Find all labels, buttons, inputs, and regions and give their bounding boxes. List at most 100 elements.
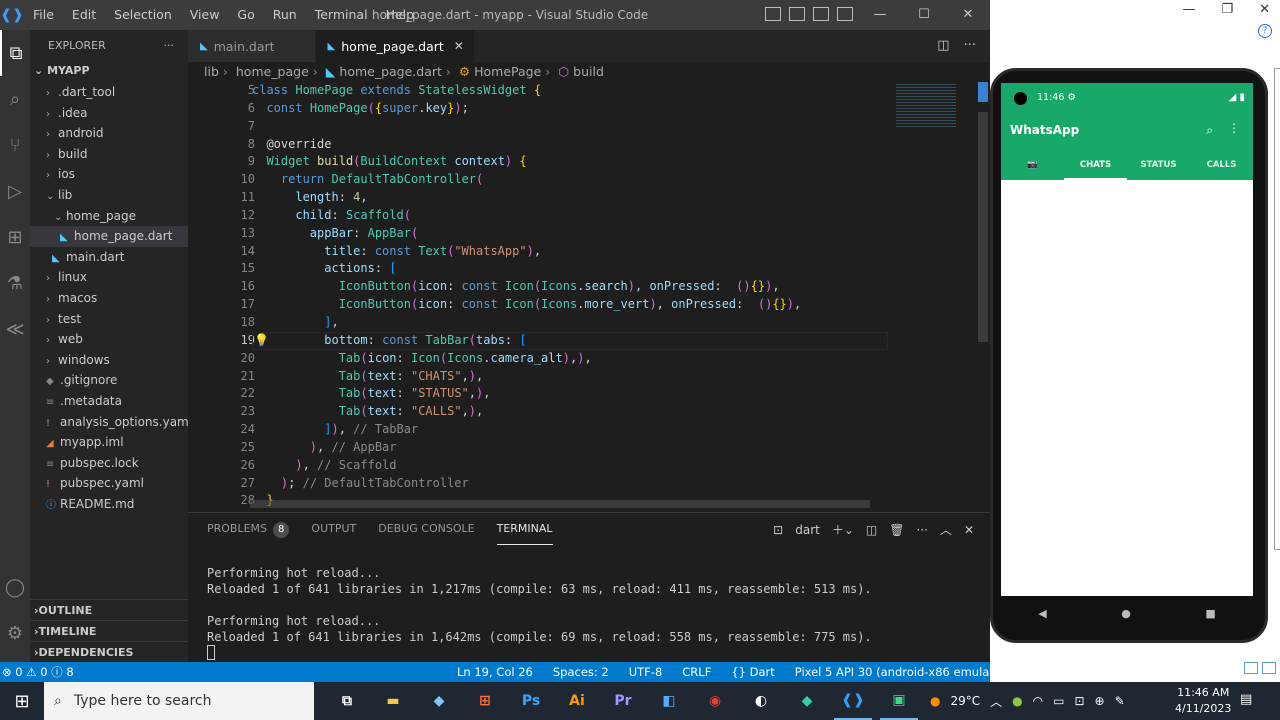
more-actions-icon[interactable]: ···: [164, 39, 175, 52]
code-line[interactable]: 10 return DefaultTabController(: [188, 171, 888, 189]
taskbar-search-input[interactable]: Type here to search: [74, 693, 212, 709]
more-vert-icon[interactable]: ⋮: [1228, 121, 1240, 135]
timeline-section[interactable]: ›TIMELINE: [30, 620, 188, 641]
emulator-taskbar-icon[interactable]: ▣: [880, 682, 918, 720]
editor-more-icon[interactable]: ···: [964, 38, 976, 53]
task-view-icon[interactable]: ⧉: [328, 682, 366, 720]
phone-screen[interactable]: 11:46 ⚙ ◢ ▮ WhatsApp ⌕ ⋮ 📷 CHATS STATUS …: [1001, 83, 1253, 596]
tree-folder-ios[interactable]: › ios: [30, 164, 188, 185]
problems-status[interactable]: ⊗ 0 ⚠ 0 ⓘ 8: [2, 662, 74, 682]
line-number[interactable]: 16: [188, 278, 255, 296]
outline-section[interactable]: ›OUTLINE: [30, 599, 188, 620]
kill-terminal-icon[interactable]: 🗑: [889, 523, 904, 537]
dependencies-section[interactable]: ›DEPENDENCIES: [30, 641, 188, 662]
line-number[interactable]: 18: [188, 314, 255, 332]
tray-icon[interactable]: ⊕: [1095, 694, 1105, 708]
source-control-icon[interactable]: ⑂: [0, 122, 30, 168]
line-number[interactable]: 10: [188, 171, 255, 189]
tab-calls[interactable]: CALLS: [1190, 153, 1253, 180]
panel-more-icon[interactable]: ···: [916, 523, 927, 537]
breadcrumb-item[interactable]: build: [573, 64, 604, 79]
line-number[interactable]: 26: [188, 457, 255, 475]
tree-folder-android[interactable]: › android: [30, 123, 188, 144]
breadcrumb-item[interactable]: home_page: [236, 64, 309, 79]
pen-icon[interactable]: ✎: [1115, 694, 1125, 708]
close-panel-icon[interactable]: ✕: [964, 523, 974, 537]
search-icon[interactable]: ⌕: [1206, 123, 1213, 138]
close-window-button[interactable]: ✕: [1259, 2, 1270, 17]
code-editor[interactable]: 5 class HomePage extends StatelessWidget …: [188, 82, 888, 510]
line-number[interactable]: 12: [188, 207, 255, 225]
code-line[interactable]: 11 length: 4,: [188, 189, 888, 207]
tab-home-page-dart[interactable]: ◣ home_page.dart ✕: [315, 30, 475, 62]
code-line[interactable]: 20 Tab(icon: Icon(Icons.camera_alt),),: [188, 350, 888, 368]
line-number[interactable]: 19: [188, 332, 255, 350]
notifications-icon[interactable]: ▤: [1240, 692, 1252, 707]
line-number[interactable]: 6: [188, 100, 255, 118]
breadcrumb-item[interactable]: HomePage: [474, 64, 541, 79]
menu-edit[interactable]: Edit: [63, 0, 105, 30]
list-view-icon[interactable]: [1244, 662, 1258, 674]
testing-icon[interactable]: ⚗: [0, 260, 30, 306]
grid-view-icon[interactable]: [1262, 662, 1276, 674]
premiere-icon[interactable]: Pr: [604, 682, 642, 720]
tree-folder-linux[interactable]: › linux: [30, 267, 188, 288]
code-line[interactable]: 12 child: Scaffold(: [188, 207, 888, 225]
line-number[interactable]: 20: [188, 350, 255, 368]
vscode-taskbar-icon[interactable]: ❰❱: [834, 682, 872, 720]
vertical-scrollbar[interactable]: [978, 112, 988, 342]
code-line[interactable]: 26 ), // Scaffold: [188, 457, 888, 475]
camera-tab[interactable]: 📷: [1001, 153, 1064, 180]
code-line[interactable]: 16 IconButton(icon: const Icon(Icons.sea…: [188, 278, 888, 296]
tree-file-pubspec-lock[interactable]: ≡ pubspec.lock: [30, 453, 188, 474]
code-line[interactable]: 13 appBar: AppBar(: [188, 225, 888, 243]
breadcrumb-item[interactable]: home_page.dart: [339, 64, 442, 79]
line-number[interactable]: 22: [188, 385, 255, 403]
emulator-toolbar[interactable]: [1274, 68, 1280, 550]
back-icon[interactable]: ◀: [1038, 607, 1046, 620]
line-number[interactable]: 9: [188, 153, 255, 171]
tree-folder-macos[interactable]: › macos: [30, 288, 188, 309]
line-number[interactable]: 17: [188, 296, 255, 314]
toggle-sidebar-icon[interactable]: [765, 7, 781, 21]
tab-main-dart[interactable]: ◣ main.dart: [188, 30, 316, 62]
code-line[interactable]: 23 Tab(text: "CALLS",),: [188, 403, 888, 421]
horizontal-scrollbar[interactable]: [250, 500, 870, 508]
line-number[interactable]: 8: [188, 136, 255, 154]
app-icon[interactable]: ◐: [742, 682, 780, 720]
menu-view[interactable]: View: [181, 0, 229, 30]
split-terminal-icon[interactable]: ◫: [866, 523, 877, 537]
line-number[interactable]: 28: [188, 492, 255, 510]
code-line[interactable]: 17 IconButton(icon: const Icon(Icons.mor…: [188, 296, 888, 314]
tab-chats[interactable]: CHATS: [1064, 153, 1127, 180]
toggle-panel-icon[interactable]: [789, 7, 805, 21]
new-terminal-icon[interactable]: ＋⌄: [832, 521, 854, 538]
app-icon[interactable]: ◧: [650, 682, 688, 720]
code-line[interactable]: 27 ); // DefaultTabController: [188, 475, 888, 493]
code-line[interactable]: 18 ],: [188, 314, 888, 332]
windows-start-icon[interactable]: ⊞: [0, 691, 44, 712]
cursor-position[interactable]: Ln 19, Col 26: [457, 662, 533, 682]
tree-folder-test[interactable]: › test: [30, 309, 188, 330]
encoding[interactable]: UTF-8: [629, 662, 663, 682]
customize-layout-icon[interactable]: [837, 7, 853, 21]
code-line[interactable]: 7: [188, 118, 888, 136]
minimap[interactable]: [888, 82, 990, 510]
line-number[interactable]: 11: [188, 189, 255, 207]
project-section[interactable]: ⌄ MYAPP: [30, 60, 188, 82]
tree-folder-web[interactable]: › web: [30, 329, 188, 350]
menu-go[interactable]: Go: [228, 0, 263, 30]
line-number[interactable]: 7: [188, 118, 255, 136]
chrome-icon[interactable]: ◉: [696, 682, 734, 720]
tab-terminal[interactable]: TERMINAL: [496, 513, 553, 545]
home-icon[interactable]: ●: [1121, 607, 1131, 620]
code-line[interactable]: 9 Widget build(BuildContext context) {: [188, 153, 888, 171]
search-icon[interactable]: ⌕: [0, 76, 30, 122]
account-icon[interactable]: ◯: [0, 564, 30, 610]
code-line[interactable]: 15 actions: [: [188, 260, 888, 278]
menu-run[interactable]: Run: [264, 0, 306, 30]
android-studio-icon[interactable]: ◆: [788, 682, 826, 720]
explorer-icon[interactable]: ⧉: [0, 30, 30, 76]
tree-file-myapp-iml[interactable]: ◢ myapp.iml: [30, 432, 188, 453]
tray-icon[interactable]: ⊡: [1074, 694, 1084, 708]
